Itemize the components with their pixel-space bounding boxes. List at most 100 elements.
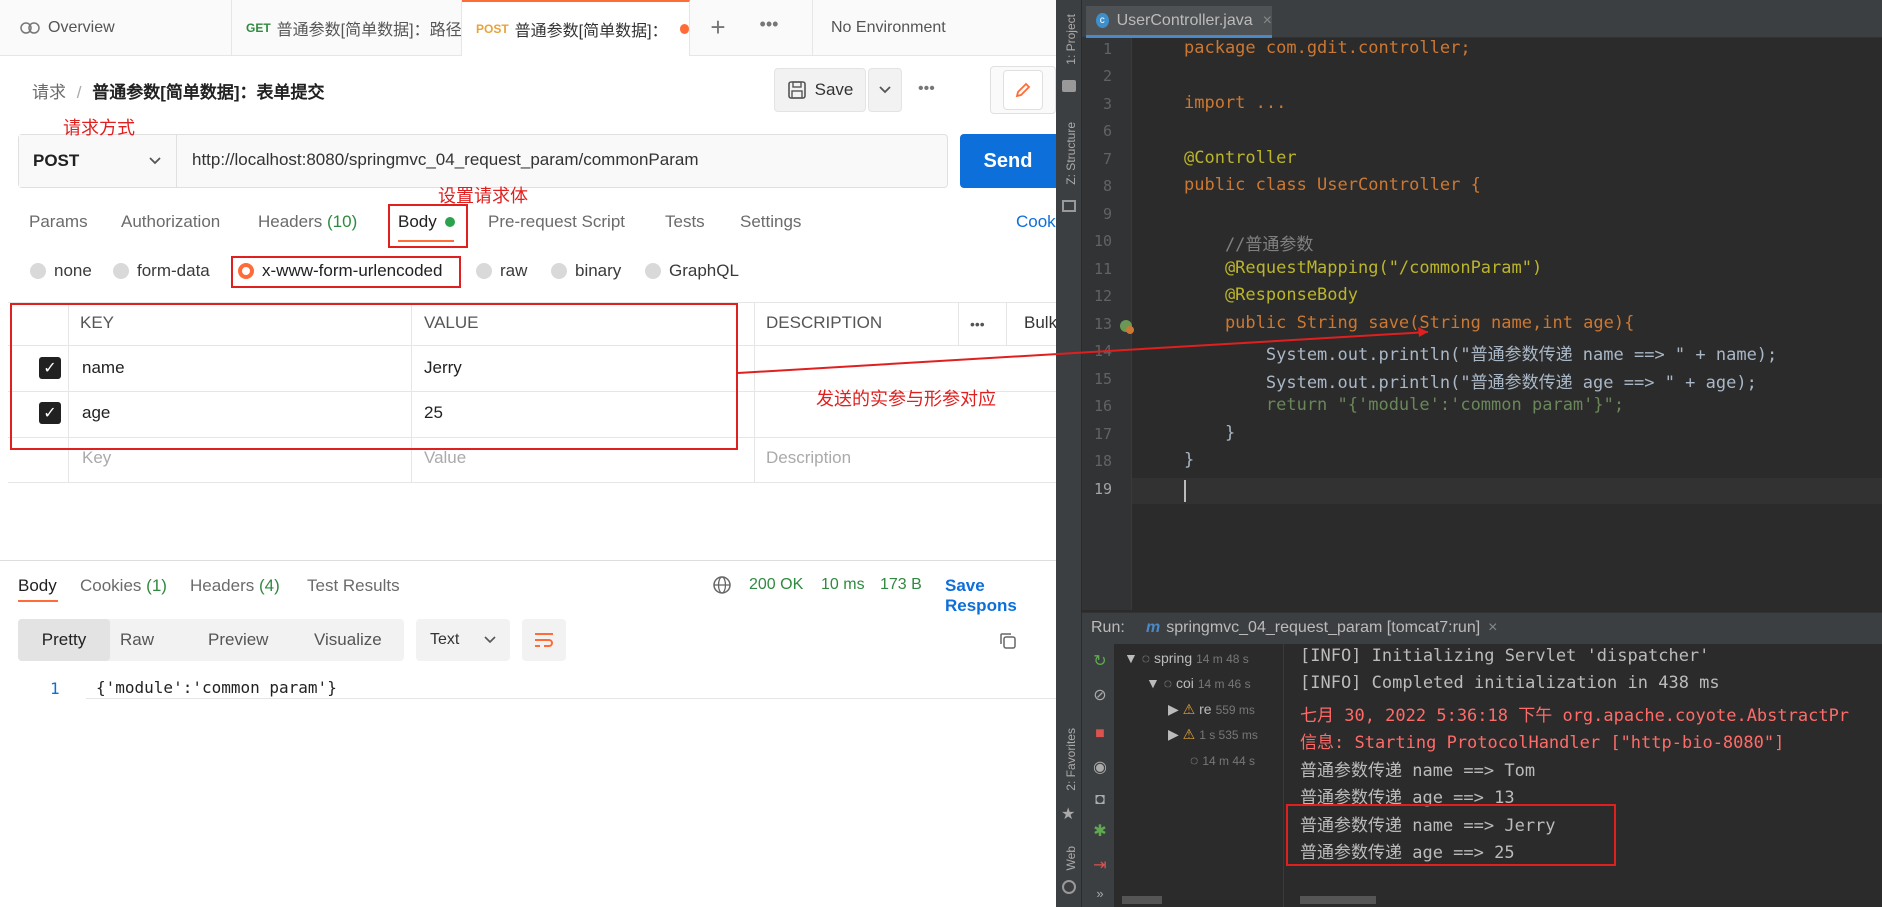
code-line[interactable]: return "{'module':'common param'}"; xyxy=(1184,395,1624,415)
web-tool-label[interactable]: Web xyxy=(1064,846,1078,870)
globe-icon[interactable] xyxy=(712,575,732,595)
code-line[interactable]: import ... xyxy=(1184,93,1286,113)
tree-item[interactable]: ▶ ⚠ re 559 ms xyxy=(1168,701,1255,718)
star-icon[interactable]: ★ xyxy=(1061,804,1075,824)
response-tab-cookies[interactable]: Cookies (1) xyxy=(80,576,167,596)
code-line[interactable]: @RequestMapping("/commonParam") xyxy=(1184,258,1542,278)
tab-settings[interactable]: Settings xyxy=(740,212,801,232)
rerun-icon[interactable]: ↻ xyxy=(1090,652,1110,672)
view-visualize[interactable]: Visualize xyxy=(314,630,382,650)
radio-form-data[interactable]: form-data xyxy=(113,261,210,281)
eye-icon[interactable]: ◉ xyxy=(1090,758,1110,778)
folder-icon[interactable] xyxy=(1062,80,1076,92)
radio-binary[interactable]: binary xyxy=(551,261,621,281)
new-description-input[interactable]: Description xyxy=(766,448,851,468)
response-tab-body[interactable]: Body xyxy=(18,576,57,596)
environment-select[interactable]: No Environment xyxy=(812,0,1056,56)
tree-item[interactable]: ◌ 14 m 44 s xyxy=(1190,752,1255,768)
line-number: 17 xyxy=(1093,425,1112,443)
tree-item[interactable]: ▶ ⚠ 1 s 535 ms xyxy=(1168,726,1258,743)
copy-icon[interactable] xyxy=(998,631,1018,651)
spring-bean-icon[interactable] xyxy=(1118,318,1136,336)
response-body[interactable]: {'module':'common param'} xyxy=(96,678,337,697)
response-tab-headers[interactable]: Headers (4) xyxy=(190,576,280,596)
new-value-input[interactable]: Value xyxy=(424,448,466,468)
tree-item[interactable]: ▼ ◌ spring 14 m 48 s xyxy=(1124,650,1249,666)
view-pretty[interactable]: Pretty xyxy=(18,619,110,661)
request-name[interactable]: 普通参数[简单数据]：表单提交 xyxy=(92,83,324,102)
code-line[interactable]: public String save(String name,int age){ xyxy=(1184,313,1634,333)
code-line[interactable]: @ResponseBody xyxy=(1184,285,1358,305)
code-line[interactable]: System.out.println("普通参数传递 name ==> " + … xyxy=(1184,340,1777,365)
line-number: 3 xyxy=(1102,95,1112,113)
bulk-edit-link[interactable]: Bulk xyxy=(1024,313,1056,333)
code-line[interactable]: System.out.println("普通参数传递 age ==> " + a… xyxy=(1184,368,1757,393)
cookies-link[interactable]: Cook xyxy=(1016,212,1056,232)
new-tab-plus-icon[interactable]: + xyxy=(700,12,736,44)
more-actions-icon[interactable]: ••• xyxy=(918,80,935,98)
response-time[interactable]: 10 ms xyxy=(821,576,865,594)
radio-none[interactable]: none xyxy=(30,261,92,281)
console-line[interactable]: 七月 30, 2022 5:36:18 下午 org.apache.coyote… xyxy=(1300,701,1849,726)
view-preview[interactable]: Preview xyxy=(208,630,268,650)
radio-raw[interactable]: raw xyxy=(476,261,527,281)
tree-label: spring xyxy=(1153,650,1193,666)
console-line[interactable]: 普通参数传递 name ==> Tom xyxy=(1300,756,1535,781)
code-line[interactable]: @Controller xyxy=(1184,148,1297,168)
breadcrumb-root[interactable]: 请求 xyxy=(32,83,66,102)
code-line[interactable]: package com.gdit.controller; xyxy=(1184,38,1471,58)
code-line[interactable]: } xyxy=(1184,450,1194,470)
structure-icon[interactable] xyxy=(1062,200,1076,212)
panel-divider[interactable] xyxy=(0,560,1056,561)
code-line[interactable]: //普通参数 xyxy=(1184,230,1313,255)
console-line[interactable]: [INFO] Completed initialization in 438 m… xyxy=(1300,673,1720,693)
radio-graphql[interactable]: GraphQL xyxy=(645,261,739,281)
status-code[interactable]: 200 OK xyxy=(749,576,803,594)
more-tabs-icon[interactable]: ••• xyxy=(752,14,786,42)
code-line[interactable]: public class UserController { xyxy=(1184,175,1481,195)
tab-authorization[interactable]: Authorization xyxy=(121,212,220,232)
warning-icon: ⚠ xyxy=(1182,726,1196,742)
close-icon[interactable]: × xyxy=(1263,12,1272,30)
new-key-input[interactable]: Key xyxy=(82,448,111,468)
tab-params[interactable]: Params xyxy=(29,212,88,232)
favorites-tool-label[interactable]: 2: Favorites xyxy=(1064,728,1078,791)
edit-pencil-icon[interactable] xyxy=(1003,70,1043,110)
more-icon[interactable]: » xyxy=(1090,884,1110,904)
tab-headers[interactable]: Headers (10) xyxy=(258,212,357,232)
code-line[interactable]: } xyxy=(1184,423,1235,443)
save-button[interactable]: Save xyxy=(774,68,866,112)
console-scrollbar[interactable] xyxy=(1300,896,1376,904)
close-icon[interactable]: × xyxy=(1488,619,1497,636)
tab-tests[interactable]: Tests xyxy=(665,212,705,232)
wrap-lines-icon[interactable] xyxy=(522,619,566,661)
project-tool-label[interactable]: 1: Project xyxy=(1064,14,1078,65)
camera-icon[interactable]: ◘ xyxy=(1090,790,1110,810)
table-more-icon[interactable]: ••• xyxy=(970,316,985,332)
run-config-tab[interactable]: m springmvc_04_request_param [tomcat7:run… xyxy=(1146,619,1498,637)
tab-pre-request-script[interactable]: Pre-request Script xyxy=(488,212,625,232)
tab-post-request[interactable]: POST 普通参数[简单数据]： xyxy=(462,0,690,56)
tab-get-request[interactable]: GET 普通参数[简单数据]：路径 xyxy=(232,0,462,56)
editor-tab-usercontroller[interactable]: c UserController.java × xyxy=(1086,6,1272,38)
tab-overview[interactable]: Overview xyxy=(0,0,232,56)
response-tab-test-results[interactable]: Test Results xyxy=(307,576,400,596)
view-raw[interactable]: Raw xyxy=(120,630,154,650)
tree-scrollbar[interactable] xyxy=(1122,896,1162,904)
console-line[interactable]: 信息: Starting ProtocolHandler ["http-bio-… xyxy=(1300,728,1784,753)
stop-icon[interactable]: ■ xyxy=(1090,724,1110,744)
method-select[interactable]: POST xyxy=(19,135,177,187)
format-select[interactable]: Text xyxy=(416,619,510,661)
save-response-button[interactable]: Save Respons xyxy=(945,576,1056,616)
url-input[interactable]: http://localhost:8080/springmvc_04_reque… xyxy=(192,150,699,170)
console-line[interactable]: [INFO] Initializing Servlet 'dispatcher' xyxy=(1300,646,1709,666)
send-button[interactable]: Send xyxy=(960,134,1056,188)
stop-all-icon[interactable]: ⊘ xyxy=(1090,686,1110,706)
save-dropdown-chevron-icon[interactable] xyxy=(868,68,902,112)
tree-item[interactable]: ▼ ◌ coi 14 m 46 s xyxy=(1146,675,1251,691)
settings-icon[interactable]: ✱ xyxy=(1090,822,1110,842)
structure-tool-label[interactable]: Z: Structure xyxy=(1064,122,1078,185)
response-size[interactable]: 173 B xyxy=(880,576,922,594)
exit-icon[interactable]: ⇥ xyxy=(1090,856,1110,876)
web-icon[interactable] xyxy=(1062,880,1076,894)
